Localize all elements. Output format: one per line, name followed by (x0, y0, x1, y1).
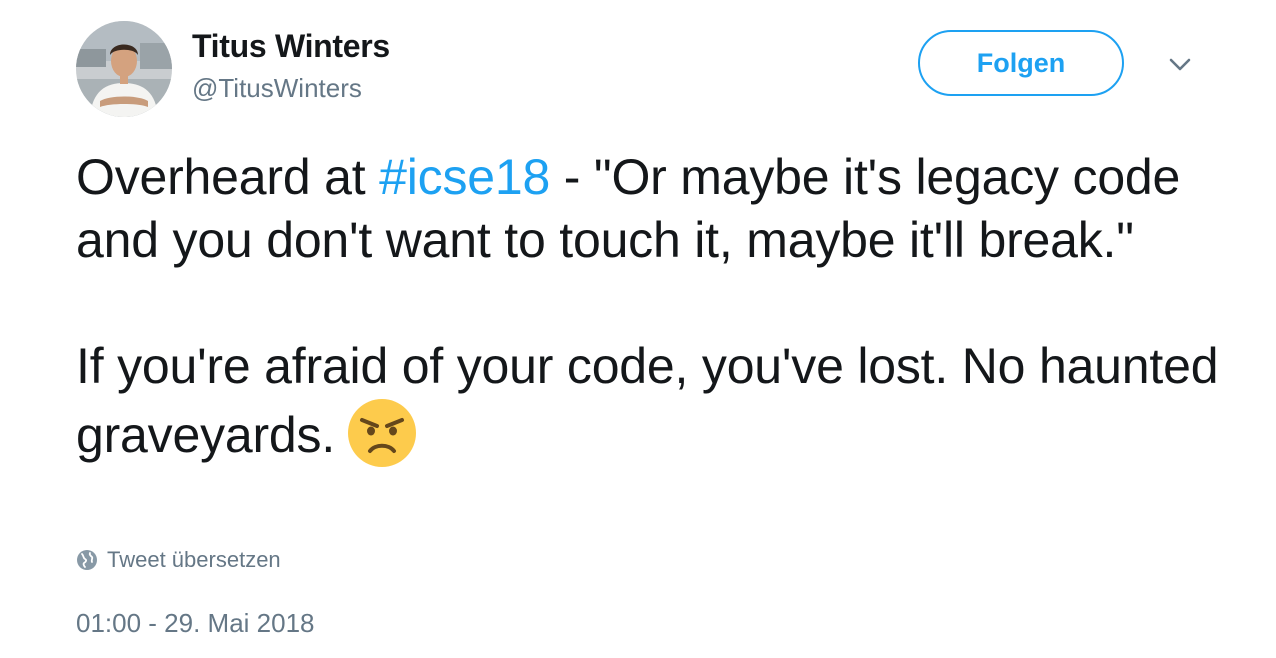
tweet-timestamp[interactable]: 01:00 - 29. Mai 2018 (76, 606, 315, 640)
author-name[interactable]: Titus Winters (192, 26, 390, 66)
angry-face-icon (347, 398, 417, 468)
avatar[interactable] (76, 21, 172, 117)
tweet-text-before-hashtag: Overheard at (76, 149, 380, 205)
tweet-text: Overheard at #icse18 - "Or maybe it's le… (76, 146, 1226, 468)
tweet-paragraph-1: Overheard at #icse18 - "Or maybe it's le… (76, 146, 1226, 272)
author-handle[interactable]: @TitusWinters (192, 71, 362, 105)
translate-tweet-link[interactable]: Tweet übersetzen (76, 545, 281, 575)
follow-button[interactable]: Folgen (918, 30, 1124, 96)
avatar-photo (76, 21, 172, 117)
translate-label: Tweet übersetzen (107, 547, 281, 572)
globe-icon (77, 550, 97, 570)
hashtag-link[interactable]: #icse18 (379, 149, 550, 205)
tweet-text-second: If you're afraid of your code, you've lo… (76, 338, 1219, 463)
tweet-paragraph-2: If you're afraid of your code, you've lo… (76, 335, 1226, 468)
chevron-down-icon[interactable] (1166, 54, 1194, 76)
